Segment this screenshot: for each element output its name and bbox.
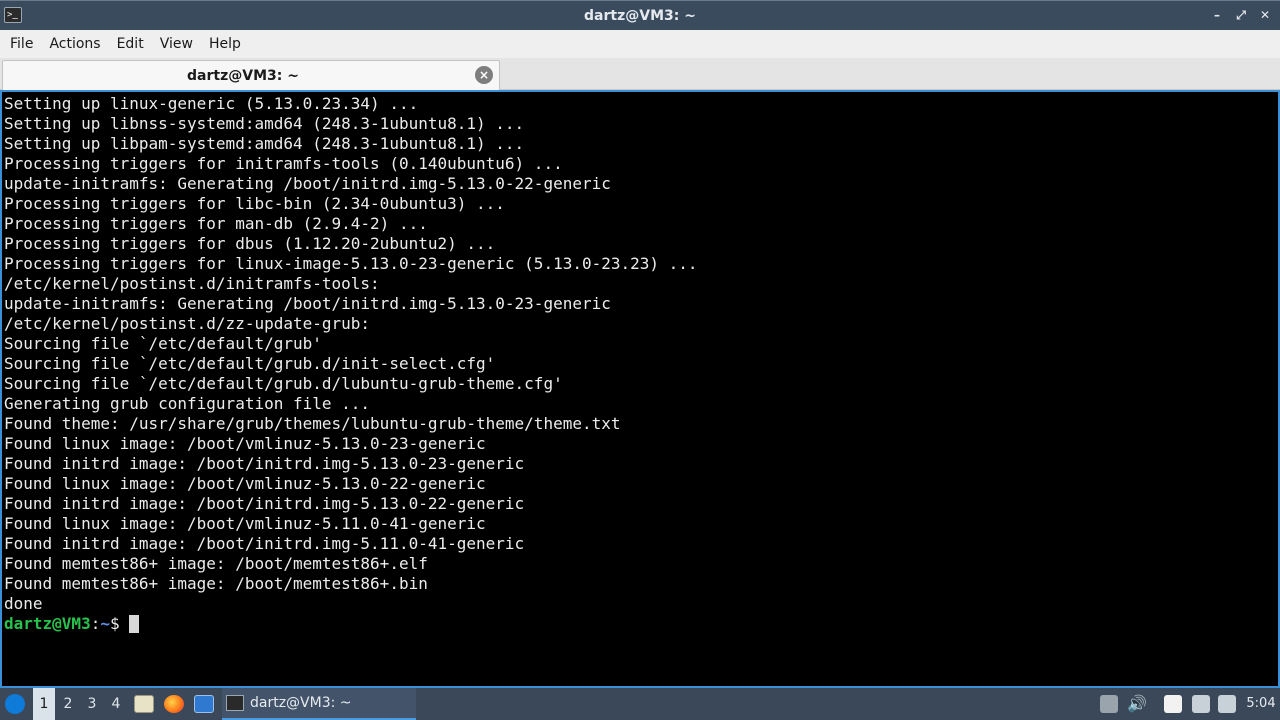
workspace-3[interactable]: 3	[81, 688, 103, 720]
show-desktop-icon[interactable]	[192, 688, 216, 720]
terminal-line: /etc/kernel/postinst.d/zz-update-grub:	[4, 314, 371, 333]
menu-bar: File Actions Edit View Help	[0, 30, 1280, 58]
window-title: dartz@VM3: ~	[584, 8, 696, 24]
menu-view[interactable]: View	[152, 30, 201, 58]
terminal-line: Found linux image: /boot/vmlinuz-5.13.0-…	[4, 434, 486, 453]
terminal-line: Generating grub configuration file ...	[4, 394, 371, 413]
workspace-1[interactable]: 1	[33, 688, 55, 720]
prompt-colon: :	[90, 614, 101, 633]
terminal-line: Setting up libpam-systemd:amd64 (248.3-1…	[4, 134, 525, 153]
window-titlebar: >_ dartz@VM3: ~ – ⤢ ✕	[0, 0, 1280, 30]
prompt-symbol: $	[109, 614, 130, 633]
menu-file[interactable]: File	[2, 30, 41, 58]
text-cursor	[129, 615, 140, 633]
taskbar: 1 2 3 4 dartz@VM3: ~ 🔊 5:04	[0, 688, 1280, 720]
terminal-line: Setting up libnss-systemd:amd64 (248.3-1…	[4, 114, 525, 133]
terminal-line: Found initrd image: /boot/initrd.img-5.1…	[4, 494, 525, 513]
terminal-line: Found memtest86+ image: /boot/memtest86+…	[4, 554, 428, 573]
file-manager-icon[interactable]	[132, 688, 156, 720]
terminal-line: Found linux image: /boot/vmlinuz-5.11.0-…	[4, 514, 486, 533]
close-icon[interactable]: ✕	[1258, 7, 1272, 23]
prompt-user-host: dartz@VM3	[4, 614, 91, 633]
tab-close-icon[interactable]: ×	[475, 66, 493, 84]
workspace-2[interactable]: 2	[57, 688, 79, 720]
terminal-line: Processing triggers for man-db (2.9.4-2)…	[4, 214, 428, 233]
terminal-line: Found linux image: /boot/vmlinuz-5.13.0-…	[4, 474, 486, 493]
maximize-icon[interactable]: ⤢	[1234, 7, 1248, 23]
terminal-icon	[226, 695, 244, 711]
minimize-icon[interactable]: –	[1210, 7, 1224, 23]
terminal-line: Found initrd image: /boot/initrd.img-5.1…	[4, 534, 525, 553]
terminal-line: Processing triggers for linux-image-5.13…	[4, 254, 698, 273]
terminal-line: Found theme: /usr/share/grub/themes/lubu…	[4, 414, 621, 433]
terminal-line: Sourcing file `/etc/default/grub'	[4, 334, 322, 353]
terminal-line: done	[4, 594, 43, 613]
network-icon[interactable]	[1188, 688, 1214, 720]
window-controls: – ⤢ ✕	[1210, 7, 1272, 23]
tab-label: dartz@VM3: ~	[187, 68, 299, 84]
menu-edit[interactable]: Edit	[109, 30, 152, 58]
terminal-line: Processing triggers for libc-bin (2.34-0…	[4, 194, 505, 213]
terminal-line: Setting up linux-generic (5.13.0.23.34) …	[4, 94, 419, 113]
terminal-lines: Setting up linux-generic (5.13.0.23.34) …	[4, 94, 698, 634]
task-label: dartz@VM3: ~	[250, 695, 352, 711]
firefox-icon[interactable]	[162, 688, 186, 720]
menu-actions[interactable]: Actions	[41, 30, 108, 58]
terminal-line: Found initrd image: /boot/initrd.img-5.1…	[4, 454, 525, 473]
tab-bar: dartz@VM3: ~ ×	[0, 58, 1280, 90]
terminal-line: update-initramfs: Generating /boot/initr…	[4, 294, 611, 313]
workspace-4[interactable]: 4	[105, 688, 127, 720]
terminal-line: Processing triggers for dbus (1.12.20-2u…	[4, 234, 496, 253]
notification-icon[interactable]	[1214, 688, 1240, 720]
prompt-path: ~	[100, 614, 110, 633]
menu-help[interactable]: Help	[201, 30, 249, 58]
terminal-tab[interactable]: dartz@VM3: ~ ×	[2, 60, 500, 90]
terminal-line: Sourcing file `/etc/default/grub.d/init-…	[4, 354, 496, 373]
lubuntu-start-icon[interactable]	[2, 688, 28, 720]
terminal-line: /etc/kernel/postinst.d/initramfs-tools:	[4, 274, 380, 293]
terminal-line: Found memtest86+ image: /boot/memtest86+…	[4, 574, 428, 593]
clock[interactable]: 5:04	[1244, 688, 1278, 720]
terminal-line: update-initramfs: Generating /boot/initr…	[4, 174, 611, 193]
taskbar-task-terminal[interactable]: dartz@VM3: ~	[222, 688, 416, 720]
update-notifier-icon[interactable]	[1096, 688, 1122, 720]
terminal-line: Processing triggers for initramfs-tools …	[4, 154, 563, 173]
terminal-line: Sourcing file `/etc/default/grub.d/lubun…	[4, 374, 563, 393]
clipboard-icon[interactable]	[1160, 688, 1186, 720]
terminal-prompt[interactable]: dartz@VM3: ~ $	[4, 614, 698, 634]
volume-icon[interactable]: 🔊	[1124, 688, 1150, 720]
terminal-output[interactable]: Setting up linux-generic (5.13.0.23.34) …	[0, 90, 1280, 688]
